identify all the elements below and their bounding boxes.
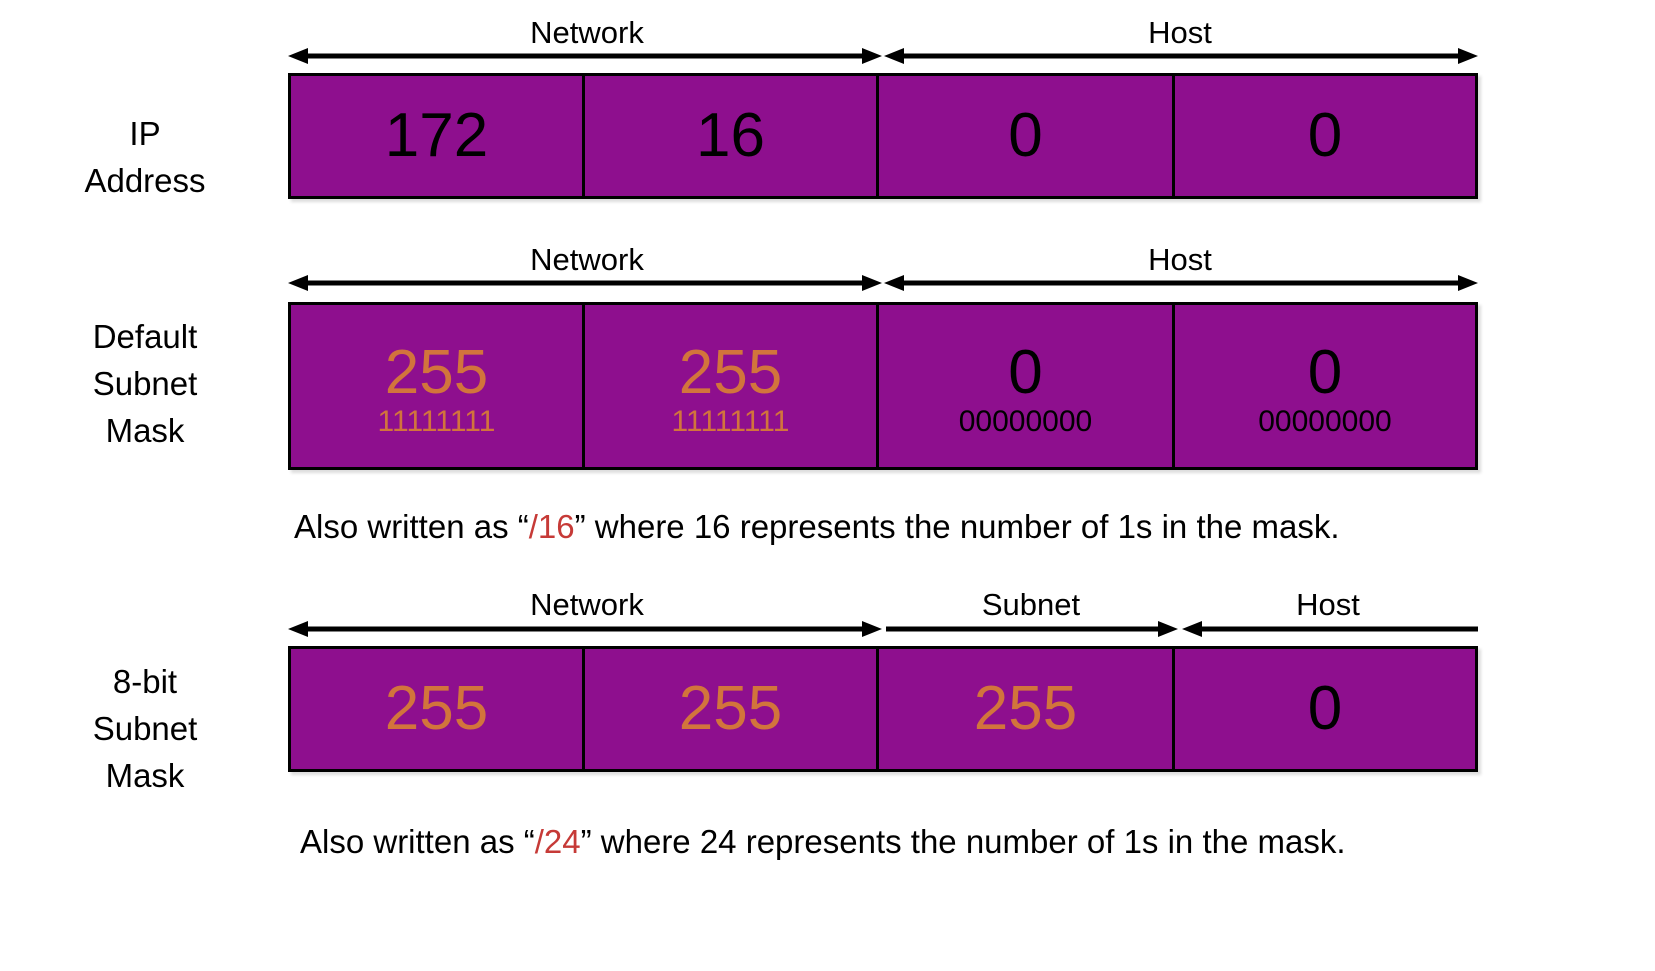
octet-binary: 11111111 <box>671 405 790 438</box>
row-label-ip-address: IP Address <box>84 115 206 199</box>
caption-slash-16: Also written as “/16” where 16 represent… <box>294 508 1340 546</box>
octet-value: 16 <box>696 101 765 170</box>
octet-box[interactable]: 255 11111111 <box>585 305 879 467</box>
octet-value: 255 <box>384 674 489 743</box>
row-label-default-subnet-mask: Default Subnet Mask <box>92 318 198 449</box>
octet-binary: 00000000 <box>958 405 1093 438</box>
octet-value: 0 <box>1307 101 1343 170</box>
octet-value: 172 <box>384 101 489 170</box>
caption-prefix: Also written as “ <box>294 508 529 545</box>
octet-box[interactable]: 0 <box>879 76 1175 196</box>
row-3-arrow-network <box>288 618 882 640</box>
row-3-octet-strip: 255 255 255 0 <box>288 646 1478 772</box>
row-3-arrow-subnet <box>884 618 1178 640</box>
caption-suffix: ” where 16 represents the number of 1s i… <box>574 508 1340 545</box>
octet-box[interactable]: 255 <box>291 649 585 769</box>
row-3-segment-label-host: Host <box>1296 587 1360 622</box>
octet-box[interactable]: 0 00000000 <box>1175 305 1475 467</box>
octet-box[interactable]: 0 <box>1175 76 1475 196</box>
octet-binary: 00000000 <box>1258 405 1392 438</box>
diagram-canvas: Network Host IP Address 172 16 0 0 Netwo… <box>0 0 1655 971</box>
octet-box[interactable]: 255 11111111 <box>291 305 585 467</box>
octet-value: 0 <box>1307 338 1343 407</box>
row-2-arrow-network <box>288 272 882 294</box>
octet-box[interactable]: 255 <box>585 649 879 769</box>
caption-suffix: ” where 24 represents the number of 1s i… <box>580 823 1346 860</box>
octet-binary: 11111111 <box>377 405 496 438</box>
row-3-segment-label-network: Network <box>530 587 644 622</box>
octet-value: 255 <box>678 674 783 743</box>
row-3-arrow-host <box>1182 618 1478 640</box>
octet-value: 0 <box>1008 338 1043 407</box>
octet-box[interactable]: 172 <box>291 76 585 196</box>
octet-box[interactable]: 0 <box>1175 649 1475 769</box>
row-label-8-bit-subnet-mask: 8-bit Subnet Mask <box>92 663 198 794</box>
row-3-segment-label-subnet: Subnet <box>981 587 1081 622</box>
octet-value: 255 <box>384 338 489 407</box>
caption-accent: /16 <box>528 508 575 545</box>
octet-value: 255 <box>678 338 783 407</box>
octet-box[interactable]: 16 <box>585 76 879 196</box>
row-1-arrow-network <box>288 45 882 67</box>
octet-value: 0 <box>1008 101 1043 170</box>
octet-value: 255 <box>973 674 1078 743</box>
row-1-arrow-host <box>884 45 1478 67</box>
octet-value: 0 <box>1307 674 1343 743</box>
caption-prefix: Also written as “ <box>300 823 535 860</box>
row-2-arrow-host <box>884 272 1478 294</box>
row-1-octet-strip: 172 16 0 0 <box>288 73 1478 199</box>
row-2-octet-strip: 255 11111111 255 11111111 0 00000000 0 0… <box>288 302 1478 470</box>
caption-slash-24: Also written as “/24” where 24 represent… <box>300 823 1346 861</box>
caption-accent: /24 <box>534 823 581 860</box>
octet-box[interactable]: 0 00000000 <box>879 305 1175 467</box>
octet-box[interactable]: 255 <box>879 649 1175 769</box>
